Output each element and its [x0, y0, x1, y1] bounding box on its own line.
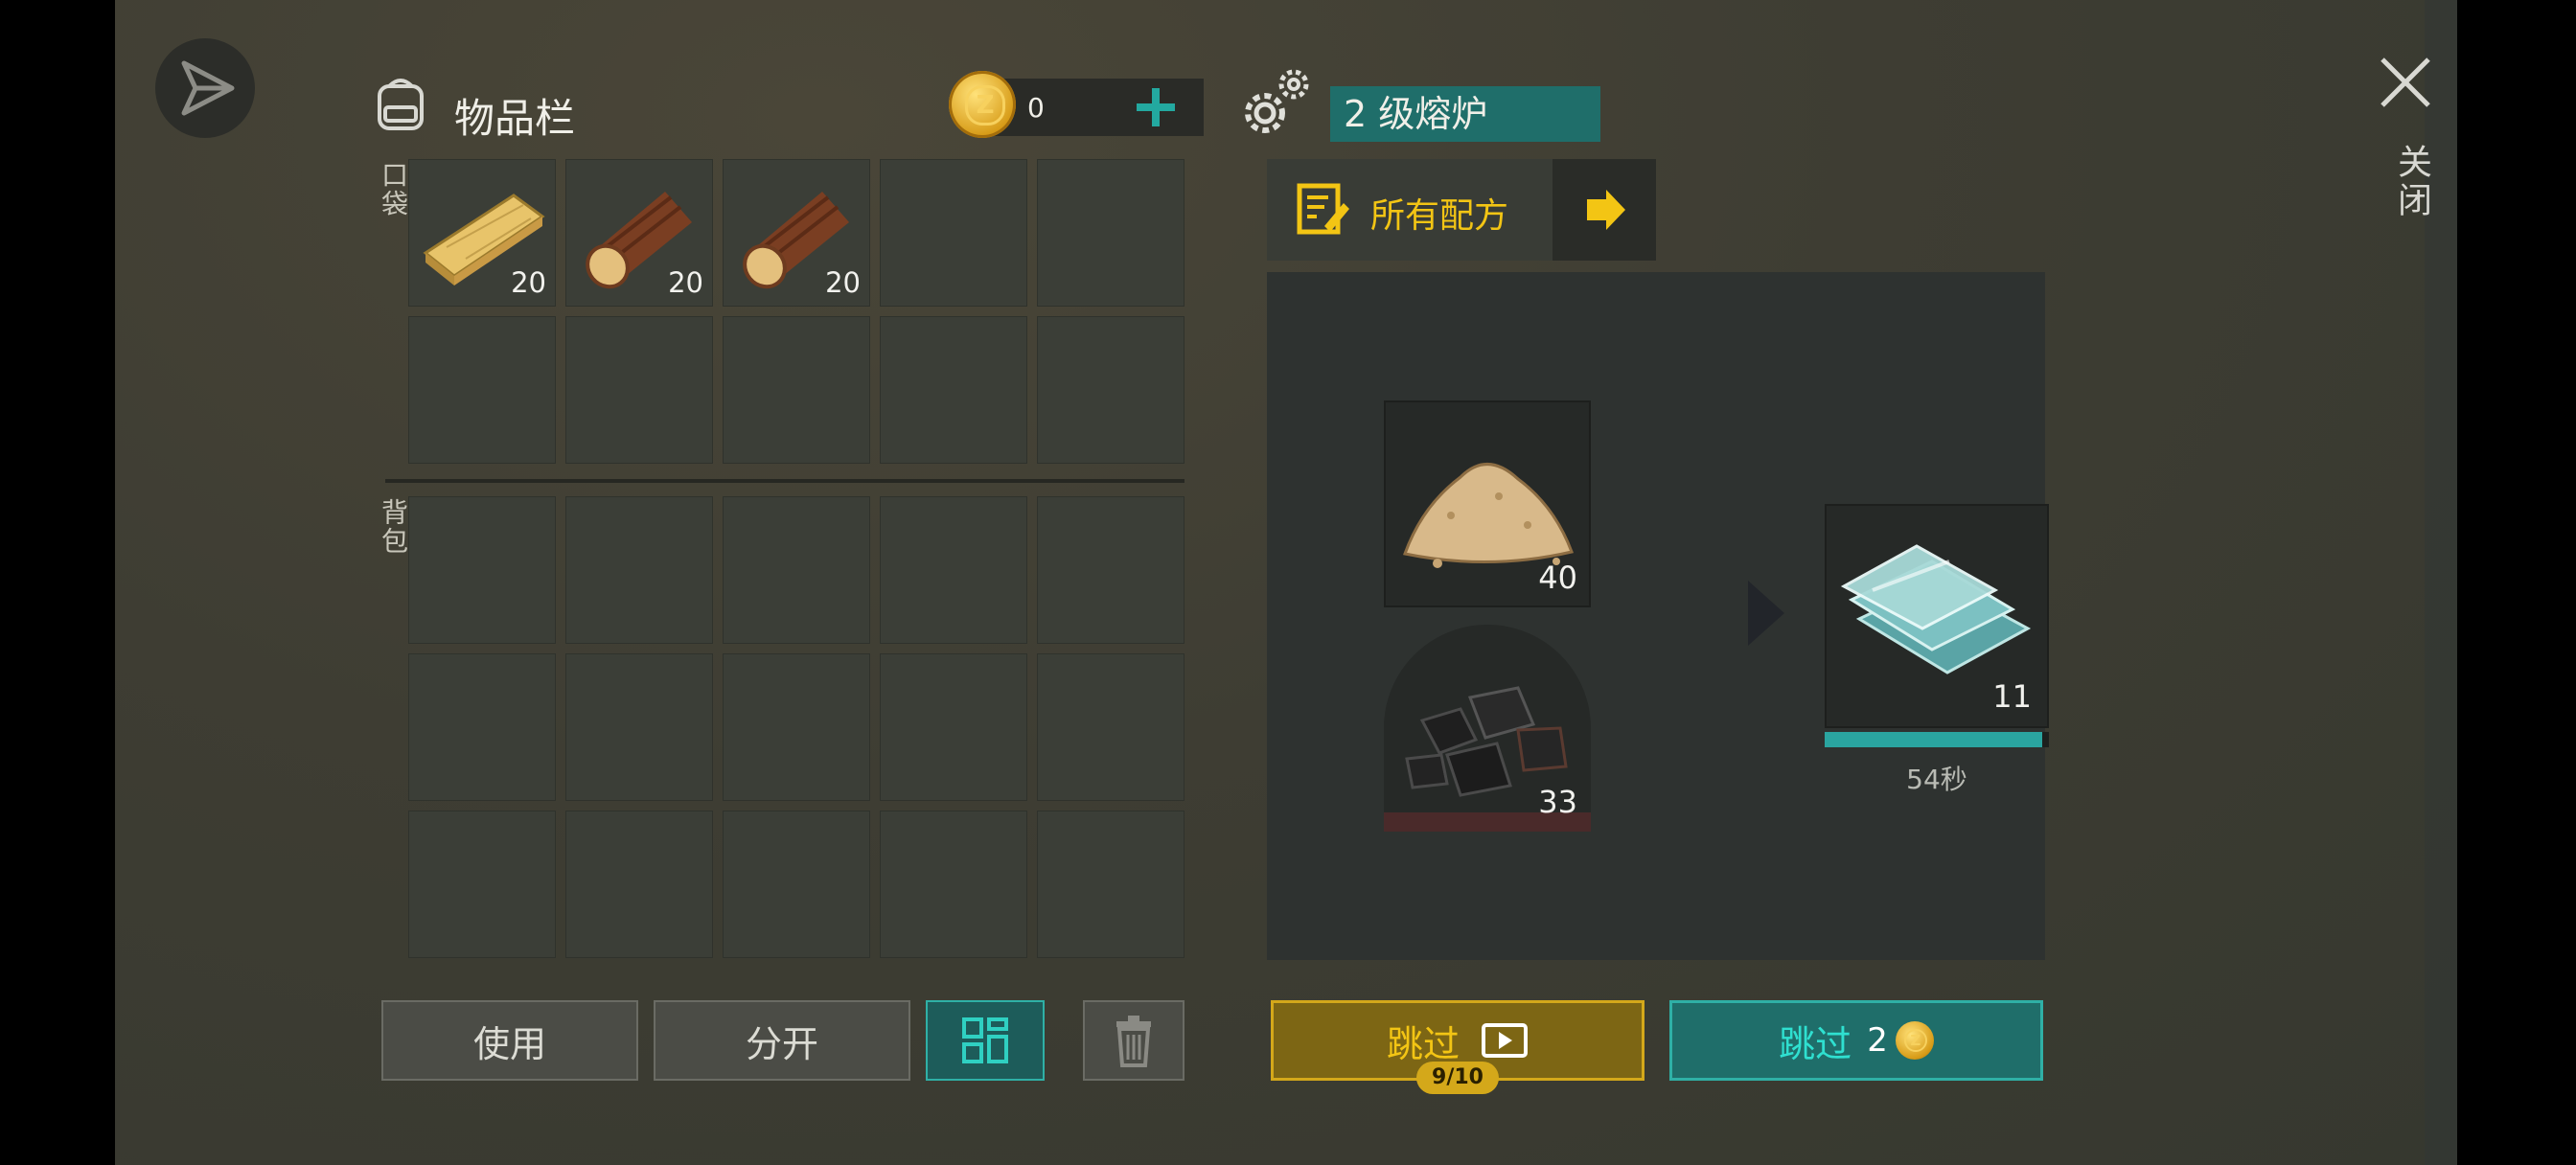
item-count: 20 — [511, 266, 546, 299]
split-button[interactable]: 分开 — [654, 1000, 910, 1081]
glass-count: 11 — [1992, 678, 2032, 715]
recipes-arrow-box — [1552, 159, 1656, 261]
input-slot-sand[interactable]: 40 — [1384, 400, 1591, 607]
coal-count: 33 — [1538, 784, 1577, 820]
backpack-slot[interactable] — [408, 653, 556, 801]
add-coins-button[interactable] — [1129, 80, 1183, 134]
backpack-slot[interactable] — [408, 496, 556, 644]
backpack-slot[interactable] — [723, 496, 870, 644]
backpack-slot[interactable] — [723, 653, 870, 801]
item-count: 20 — [668, 266, 703, 299]
smelt-timer: 54秒 — [1906, 764, 1967, 795]
coin-icon: Z — [1895, 1021, 1934, 1060]
output-slot-glass[interactable]: 11 — [1825, 504, 2049, 728]
send-icon — [181, 60, 235, 116]
skip-coins-label: 跳过 — [1779, 1022, 1852, 1065]
backpack-slot[interactable] — [723, 811, 870, 958]
trash-icon — [1116, 1016, 1151, 1067]
game-screen: 物品栏 Z 0 口袋 背包 20 20 20 使用 分开 2 级熔炉 所有配方 … — [115, 0, 2457, 1165]
smelt-progress-track — [1825, 732, 2049, 747]
backpack-icon — [378, 79, 424, 130]
inventory-title: 物品栏 — [454, 95, 576, 142]
play-video-icon — [1482, 1023, 1528, 1058]
delete-button[interactable] — [1083, 1000, 1184, 1081]
pocket-slot-7[interactable] — [565, 316, 713, 464]
pocket-slot-9[interactable] — [880, 316, 1027, 464]
skip-coins-button[interactable]: 跳过 2 Z — [1669, 1000, 2043, 1081]
section-divider — [385, 479, 1184, 483]
all-recipes-label: 所有配方 — [1370, 196, 1509, 236]
furnace-title: 2 级熔炉 — [1330, 86, 1600, 142]
send-button[interactable] — [155, 38, 255, 138]
close-label: 关闭 — [2392, 144, 2431, 220]
pocket-slot-2[interactable]: 20 — [565, 159, 713, 307]
pocket-slot-6[interactable] — [408, 316, 556, 464]
process-arrow-icon — [1748, 581, 1784, 646]
use-button[interactable]: 使用 — [381, 1000, 638, 1081]
pocket-slot-10[interactable] — [1037, 316, 1184, 464]
arrow-right-icon — [1587, 190, 1625, 230]
backpack-slot[interactable] — [1037, 653, 1184, 801]
backpack-slot[interactable] — [1037, 811, 1184, 958]
recipe-note-icon — [1297, 183, 1349, 235]
pocket-slot-4[interactable] — [880, 159, 1027, 307]
plus-icon — [1137, 88, 1175, 126]
fuel-slot-coal[interactable]: 33 — [1384, 625, 1591, 832]
close-button[interactable]: 关闭 — [2358, 48, 2453, 240]
coin-icon: Z — [949, 71, 1016, 138]
backpack-slot[interactable] — [565, 811, 713, 958]
ad-counter-badge: 9/10 — [1416, 1062, 1499, 1094]
smelt-progress-fill — [1825, 732, 2042, 747]
backpack-slot[interactable] — [880, 496, 1027, 644]
pocket-slot-8[interactable] — [723, 316, 870, 464]
backpack-slot[interactable] — [1037, 496, 1184, 644]
grid-sort-icon — [962, 1017, 1008, 1063]
backpack-slot[interactable] — [565, 653, 713, 801]
pocket-slot-5[interactable] — [1037, 159, 1184, 307]
backpack-label: 背包 — [378, 498, 409, 556]
close-icon — [2380, 57, 2430, 107]
skip-ad-label: 跳过 — [1386, 1022, 1460, 1065]
backpack-slot[interactable] — [565, 496, 713, 644]
skip-coins-cost: 2 — [1867, 1021, 1888, 1060]
coin-count: 0 — [1027, 92, 1045, 124]
gear-icon — [1245, 69, 1309, 133]
backpack-slot[interactable] — [880, 653, 1027, 801]
backpack-slot[interactable] — [408, 811, 556, 958]
sand-count: 40 — [1538, 560, 1577, 596]
backpack-slot[interactable] — [880, 811, 1027, 958]
sort-button[interactable] — [926, 1000, 1045, 1081]
item-count: 20 — [825, 266, 861, 299]
all-recipes-button[interactable]: 所有配方 — [1267, 159, 1656, 261]
pocket-label: 口袋 — [378, 161, 409, 218]
pocket-slot-3[interactable]: 20 — [723, 159, 870, 307]
pocket-slot-1[interactable]: 20 — [408, 159, 556, 307]
